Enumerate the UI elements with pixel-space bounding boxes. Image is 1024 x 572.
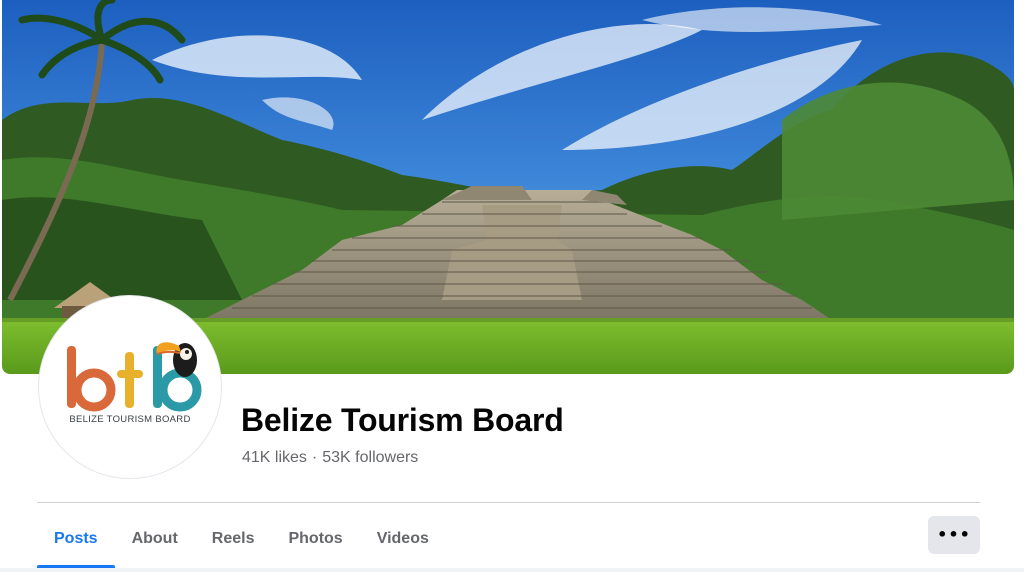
btb-logo xyxy=(67,342,202,412)
logo-caption: BELIZE TOURISM BOARD xyxy=(69,414,191,425)
page-header: BELIZE TOURISM BOARD Belize Tourism Boar… xyxy=(0,0,1024,572)
tab-posts[interactable]: Posts xyxy=(37,510,115,568)
more-horizontal-icon: ••• xyxy=(937,525,971,544)
tab-reels[interactable]: Reels xyxy=(195,510,272,568)
logo-b1-bowl xyxy=(72,368,116,412)
tab-photos[interactable]: Photos xyxy=(271,510,359,568)
page-title: Belize Tourism Board xyxy=(241,402,564,438)
bottom-separator xyxy=(0,568,1024,572)
stats-separator: · xyxy=(311,449,318,466)
likes-count[interactable]: 41K likes xyxy=(242,449,307,466)
followers-count[interactable]: 53K followers xyxy=(322,449,418,466)
header-divider xyxy=(37,502,980,503)
logo-b2-bowl xyxy=(158,368,202,412)
page-stats: 41K likes · 53K followers xyxy=(242,449,418,467)
toucan-icon xyxy=(156,342,197,377)
logo-t-bar xyxy=(117,370,143,378)
logo-t-stem xyxy=(125,352,134,408)
profile-tabs: Posts About Reels Photos Videos xyxy=(37,510,446,568)
tab-about[interactable]: About xyxy=(115,510,195,568)
profile-avatar[interactable]: BELIZE TOURISM BOARD xyxy=(39,296,221,478)
more-options-button[interactable]: ••• xyxy=(928,516,980,554)
tab-videos[interactable]: Videos xyxy=(360,510,446,568)
